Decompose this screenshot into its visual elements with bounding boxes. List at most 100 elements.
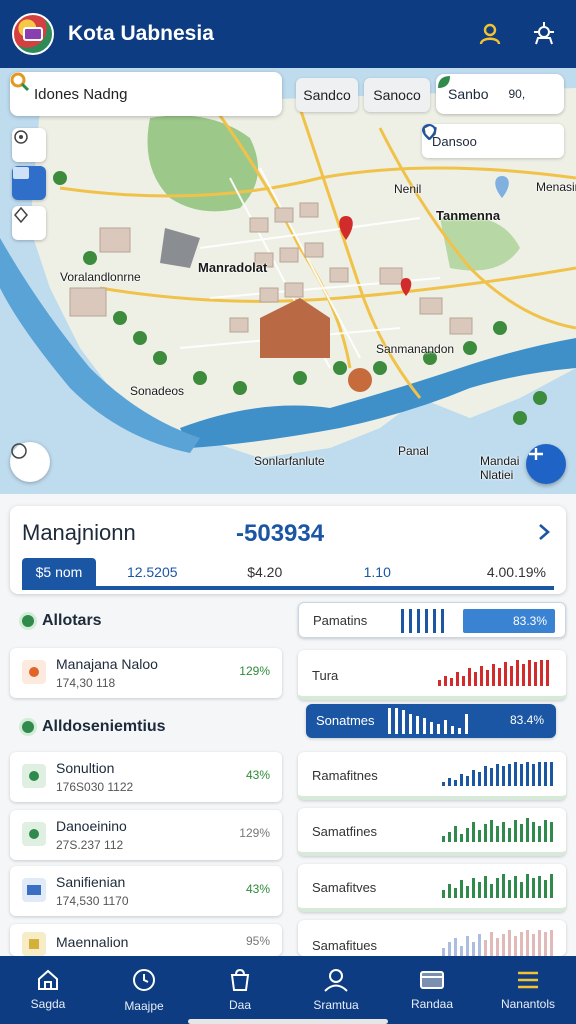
nav-label: Sramtua <box>313 998 359 1012</box>
metric-bars-mixed <box>442 930 556 956</box>
summary-card[interactable]: Manajnionn -503934 $5 nom 12.5205 $4.20 … <box>10 506 566 594</box>
map-label-marandolat: Manradolat <box>198 260 268 275</box>
circle-icon <box>22 822 46 846</box>
list-item-pct: 95% <box>245 934 270 948</box>
map-label-tanamenna: Tanmenna <box>436 208 501 223</box>
app-header: Kota Uabnesia <box>0 0 576 68</box>
location-icon <box>14 206 28 224</box>
bottom-nav: Sagda Maajpe Daa Sramtua Randaa Nanantol… <box>0 956 576 1024</box>
stat-3[interactable]: $4.20 <box>209 564 322 580</box>
metric-bars-green <box>442 874 556 898</box>
list-item-name: Sonultion <box>56 760 115 776</box>
navigate-icon <box>529 448 543 460</box>
nav-home[interactable]: Sagda <box>0 956 96 1024</box>
list-item-1[interactable]: Sonultion 176S030 1122 43% <box>10 752 282 802</box>
circle-icon <box>11 443 27 459</box>
metric-sonatmes[interactable]: Sonatmes 83.4% <box>306 704 556 738</box>
map-label-salmendon: Sanmanandon <box>376 342 455 356</box>
map-search-input[interactable]: Idones Nadng <box>10 72 282 116</box>
metric-3[interactable]: Samafitves <box>298 864 566 912</box>
recenter-button[interactable] <box>10 442 50 482</box>
metric-4[interactable]: Samafitues <box>298 920 566 956</box>
metric-label: Tura <box>312 668 339 683</box>
chevron-right-icon[interactable] <box>536 522 552 547</box>
section-allotars: Allotars <box>22 612 102 630</box>
profile-icon[interactable] <box>470 14 510 54</box>
home-icon <box>38 969 58 990</box>
location-button[interactable] <box>12 206 46 240</box>
list-item-3[interactable]: Sanifienian 174,530 1170 43% <box>10 866 282 916</box>
metric-bars <box>401 609 451 633</box>
summary-title: Manajnionn <box>22 520 136 545</box>
settings-icon[interactable] <box>524 14 564 54</box>
map-filter[interactable]: Dansoo <box>422 124 564 158</box>
monitor-icon <box>22 878 46 902</box>
stat-5[interactable]: 4.00.19% <box>434 564 555 580</box>
list-item-4[interactable]: Maennalion 95% <box>10 924 282 956</box>
nav-label: Daa <box>228 998 251 1012</box>
metric-bars-blue <box>442 762 556 786</box>
circle-icon <box>22 764 46 788</box>
user-icon <box>324 969 348 992</box>
metric-2[interactable]: Samatfines <box>298 808 566 856</box>
map-label-menasin: Menasin <box>536 180 576 194</box>
search-icon <box>10 72 30 92</box>
list-item-sub: 176S030 1122 <box>56 780 134 794</box>
tag-icon <box>22 932 46 956</box>
nav-menu[interactable]: Nanantols <box>480 956 576 1024</box>
nav-profile[interactable]: Sramtua <box>288 956 384 1024</box>
metric-pamatins[interactable]: Pamatins 83.3% <box>298 602 566 638</box>
nav-label: Sagda <box>30 997 66 1011</box>
map-label-vorlandlma: Voralandlonrne <box>60 270 141 284</box>
map-label-somlarplute: Sonlarfanlute <box>254 454 325 468</box>
list-item-name: Danoeinino <box>56 818 127 834</box>
stat-2[interactable]: 12.5205 <box>96 564 209 580</box>
map-label-nenil: Nenil <box>394 182 422 196</box>
card-icon <box>420 971 444 989</box>
layers-button[interactable] <box>12 166 46 200</box>
metric-bars-white <box>388 708 478 734</box>
clover-icon <box>22 615 34 627</box>
stat-tab-active[interactable]: $5 nom <box>22 558 96 586</box>
metric-tura[interactable]: Tura <box>298 650 566 700</box>
list-item-sub: 174,30 118 <box>56 676 116 690</box>
app-logo <box>12 13 54 55</box>
compass-icon <box>14 130 28 144</box>
nav-label: Maajpe <box>124 999 164 1013</box>
list-item-pct: 129% <box>239 664 270 678</box>
metric-bars-green <box>442 818 556 842</box>
nav-label: Nanantols <box>500 997 556 1011</box>
layers-icon <box>13 167 29 179</box>
section-alldoseniemtius: Alldoseniemtius <box>22 718 166 736</box>
nav-bag[interactable]: Daa <box>192 956 288 1024</box>
map-chip-wide[interactable]: Sanbo 90, <box>436 74 564 114</box>
clover-icon <box>22 721 34 733</box>
nav-cards[interactable]: Randaa <box>384 956 480 1024</box>
list-item-name: Sanifienian <box>56 874 126 890</box>
list-item-sub: 27S.237 112 <box>56 838 124 852</box>
nav-map[interactable]: Maajpe <box>96 956 192 1024</box>
list-item-allotar[interactable]: Manajana Naloo 174,30 118 129% <box>10 648 282 698</box>
metric-label: Samafitues <box>312 938 378 953</box>
map-label-sonadeos: Sonadeos <box>130 384 185 398</box>
list-item-name: Maennalion <box>56 934 129 950</box>
map-chip-2[interactable]: Sanoco <box>364 78 430 112</box>
search-text: Idones Nadng <box>34 85 128 103</box>
stat-4[interactable]: 1.10 <box>321 564 434 580</box>
metric-1[interactable]: Ramafitnes <box>298 752 566 800</box>
home-indicator <box>188 1019 388 1024</box>
nav-label: Randaa <box>410 997 454 1011</box>
metric-label: Sonatmes <box>316 713 375 728</box>
chip-wide-value: 90, <box>508 87 526 101</box>
city-map[interactable]: Idones Nadng Sandco Sanoco Sanbo 90, Dan… <box>0 68 576 494</box>
compass-button[interactable] <box>12 128 46 162</box>
list-item-2[interactable]: Danoeinino 27S.237 112 129% <box>10 810 282 860</box>
clock-icon <box>133 969 155 991</box>
summary-stats: $5 nom 12.5205 $4.20 1.10 4.00.19% <box>22 558 554 590</box>
summary-value: -503934 <box>236 520 325 547</box>
list-item-name: Manajana Naloo <box>56 656 158 672</box>
map-chip-1[interactable]: Sandco <box>296 78 358 112</box>
metric-label: Samatfines <box>312 824 378 839</box>
navigate-fab[interactable] <box>526 444 566 484</box>
bag-icon <box>230 968 250 991</box>
